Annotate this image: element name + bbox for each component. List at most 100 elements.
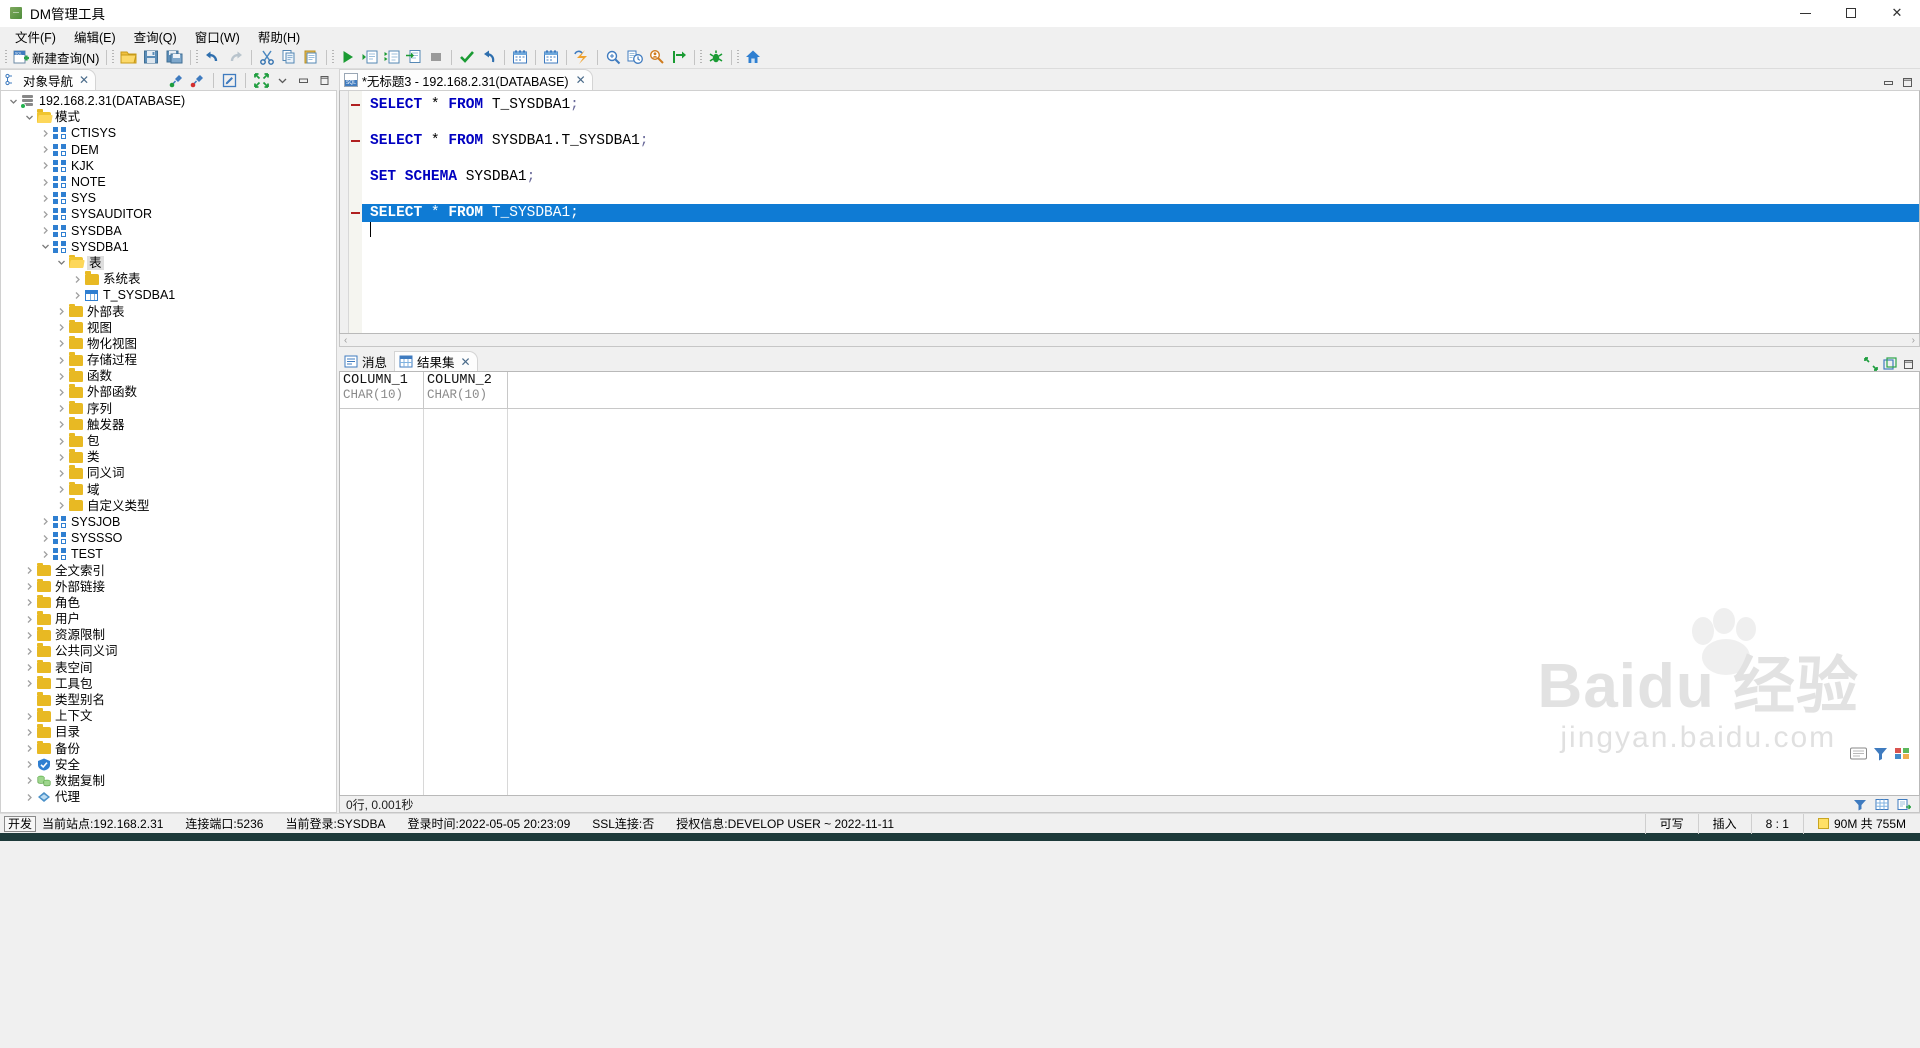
chevron-right-icon[interactable] bbox=[23, 677, 36, 690]
maximize-results-icon[interactable] bbox=[1902, 358, 1915, 371]
chevron-right-icon[interactable] bbox=[23, 791, 36, 804]
tree-item-[interactable]: 包 bbox=[1, 433, 336, 449]
tree-item-[interactable]: 外部函数 bbox=[1, 384, 336, 400]
tree-item-SYSDBA[interactable]: SYSDBA bbox=[1, 223, 336, 239]
editor-horizontal-scrollbar[interactable]: ‹ › bbox=[339, 334, 1920, 347]
chevron-down-icon[interactable] bbox=[55, 256, 68, 269]
chevron-right-icon[interactable] bbox=[23, 774, 36, 787]
chevron-right-icon[interactable] bbox=[23, 564, 36, 577]
chevron-right-icon[interactable] bbox=[23, 726, 36, 739]
chevron-right-icon[interactable] bbox=[23, 758, 36, 771]
save-as-button[interactable] bbox=[163, 47, 186, 68]
apps-icon[interactable] bbox=[1894, 746, 1911, 761]
scroll-left-icon[interactable]: ‹ bbox=[344, 335, 347, 346]
commit-button[interactable] bbox=[456, 47, 478, 68]
column-header-2[interactable]: COLUMN_2 CHAR(10) bbox=[424, 372, 508, 409]
filter-icon[interactable] bbox=[1853, 798, 1867, 811]
chevron-right-icon[interactable] bbox=[23, 596, 36, 609]
resultset-grid[interactable]: COLUMN_1 CHAR(10) COLUMN_2 CHAR(10) Baid… bbox=[339, 371, 1920, 796]
tree-item-[interactable]: 视图 bbox=[1, 319, 336, 336]
collapse-all-icon[interactable] bbox=[252, 71, 271, 90]
maximize-button[interactable] bbox=[1828, 0, 1874, 27]
chevron-right-icon[interactable] bbox=[39, 515, 52, 528]
ime-icon[interactable] bbox=[1850, 746, 1867, 761]
tree-item-[interactable]: 类型别名 bbox=[1, 692, 336, 708]
tree-item-[interactable]: 用户 bbox=[1, 611, 336, 627]
menu-item-edit[interactable]: 编辑(E) bbox=[65, 26, 125, 47]
tree-item-[interactable]: 目录 bbox=[1, 724, 336, 740]
tree-item-[interactable]: 角色 bbox=[1, 594, 336, 611]
code-line-5[interactable]: SET SCHEMA SYSDBA1; bbox=[370, 168, 1919, 186]
export-grid-icon[interactable] bbox=[1897, 798, 1911, 811]
chevron-down-icon[interactable] bbox=[7, 95, 20, 108]
tree-item-[interactable]: 自定义类型 bbox=[1, 497, 336, 514]
zoom-search-button[interactable] bbox=[602, 47, 624, 68]
chevron-right-icon[interactable] bbox=[39, 208, 52, 221]
chevron-right-icon[interactable] bbox=[39, 532, 52, 545]
tree-item-NOTE[interactable]: NOTE bbox=[1, 174, 336, 190]
execute-button[interactable] bbox=[337, 47, 359, 68]
tree-item-TEST[interactable]: TEST bbox=[1, 546, 336, 562]
save-button[interactable] bbox=[140, 47, 163, 68]
chevron-right-icon[interactable] bbox=[39, 127, 52, 140]
tree-item-[interactable]: 备份 bbox=[1, 740, 336, 757]
chevron-right-icon[interactable] bbox=[55, 305, 68, 318]
chevron-down-icon[interactable] bbox=[23, 111, 36, 124]
sql-code-content[interactable]: SELECT * FROM T_SYSDBA1; SELECT * FROM SY… bbox=[362, 91, 1919, 333]
tree-item-[interactable]: 安全 bbox=[1, 757, 336, 773]
chevron-right-icon[interactable] bbox=[71, 289, 84, 302]
calendar2-button[interactable] bbox=[540, 47, 562, 68]
undo-button[interactable] bbox=[201, 47, 224, 68]
chevron-right-icon[interactable] bbox=[39, 143, 52, 156]
goto-button[interactable] bbox=[668, 47, 690, 68]
scroll-right-icon[interactable]: › bbox=[1912, 335, 1915, 346]
tree-item-[interactable]: 代理 bbox=[1, 789, 336, 805]
tree-item-SYSDBA1[interactable]: SYSDBA1 bbox=[1, 239, 336, 255]
disconnect-icon[interactable] bbox=[188, 71, 207, 90]
object-tree[interactable]: 192.168.2.31(DATABASE) 模式 CTISYS DEM KJK NOTE… bbox=[0, 90, 337, 813]
minimize-button[interactable] bbox=[1782, 0, 1828, 27]
tree-item-KJK[interactable]: KJK bbox=[1, 158, 336, 174]
chevron-right-icon[interactable] bbox=[23, 629, 36, 642]
tree-item-[interactable]: 同义词 bbox=[1, 465, 336, 481]
tree-item-[interactable]: 序列 bbox=[1, 400, 336, 417]
chevron-right-icon[interactable] bbox=[55, 386, 68, 399]
tools-icon[interactable] bbox=[1872, 746, 1889, 761]
column-header-1[interactable]: COLUMN_1 CHAR(10) bbox=[340, 372, 424, 409]
chevron-right-icon[interactable] bbox=[55, 337, 68, 350]
execute-script-button[interactable] bbox=[381, 47, 403, 68]
chevron-right-icon[interactable] bbox=[71, 273, 84, 286]
lightning-button[interactable] bbox=[571, 47, 593, 68]
tree-item-T_SYSDBA1[interactable]: T_SYSDBA1 bbox=[1, 287, 336, 303]
tree-item-SYSJOB[interactable]: SYSJOB bbox=[1, 514, 336, 530]
tree-item-192168231DATABASE[interactable]: 192.168.2.31(DATABASE) bbox=[1, 93, 336, 109]
debug-button[interactable] bbox=[705, 47, 727, 68]
stop-button[interactable] bbox=[425, 47, 447, 68]
tree-item-[interactable]: 表空间 bbox=[1, 659, 336, 676]
code-line-6[interactable] bbox=[370, 186, 1919, 204]
calendar-button[interactable] bbox=[509, 47, 531, 68]
execute-step-button[interactable] bbox=[359, 47, 381, 68]
maximize-panel-icon[interactable] bbox=[294, 71, 313, 90]
home-button[interactable] bbox=[742, 47, 764, 68]
tree-item-[interactable]: 资源限制 bbox=[1, 627, 336, 643]
tree-item-[interactable]: 模式 bbox=[1, 109, 336, 125]
tree-item-SYSAUDITOR[interactable]: SYSAUDITOR bbox=[1, 206, 336, 222]
open-folder-button[interactable] bbox=[117, 47, 140, 68]
tree-item-[interactable]: 域 bbox=[1, 481, 336, 498]
tree-item-[interactable]: 全文索引 bbox=[1, 562, 336, 578]
chevron-right-icon[interactable] bbox=[23, 710, 36, 723]
restore-results-icon[interactable] bbox=[1864, 357, 1878, 371]
menu-item-query[interactable]: 查询(Q) bbox=[125, 26, 186, 47]
tree-item-SYS[interactable]: SYS bbox=[1, 190, 336, 206]
close-button[interactable]: ✕ bbox=[1874, 0, 1920, 27]
chevron-right-icon[interactable] bbox=[23, 645, 36, 658]
maximize-editor-icon[interactable] bbox=[1899, 74, 1915, 90]
chevron-right-icon[interactable] bbox=[39, 548, 52, 561]
new-query-button[interactable]: SQL 新建查询(N) bbox=[10, 47, 102, 68]
code-line-7[interactable]: SELECT * FROM T_SYSDBA1; bbox=[362, 204, 1919, 222]
history-button[interactable] bbox=[624, 47, 646, 68]
tree-item-[interactable]: 外部表 bbox=[1, 303, 336, 319]
close-icon[interactable]: ✕ bbox=[79, 73, 89, 87]
tree-item-[interactable]: 数据复制 bbox=[1, 773, 336, 789]
